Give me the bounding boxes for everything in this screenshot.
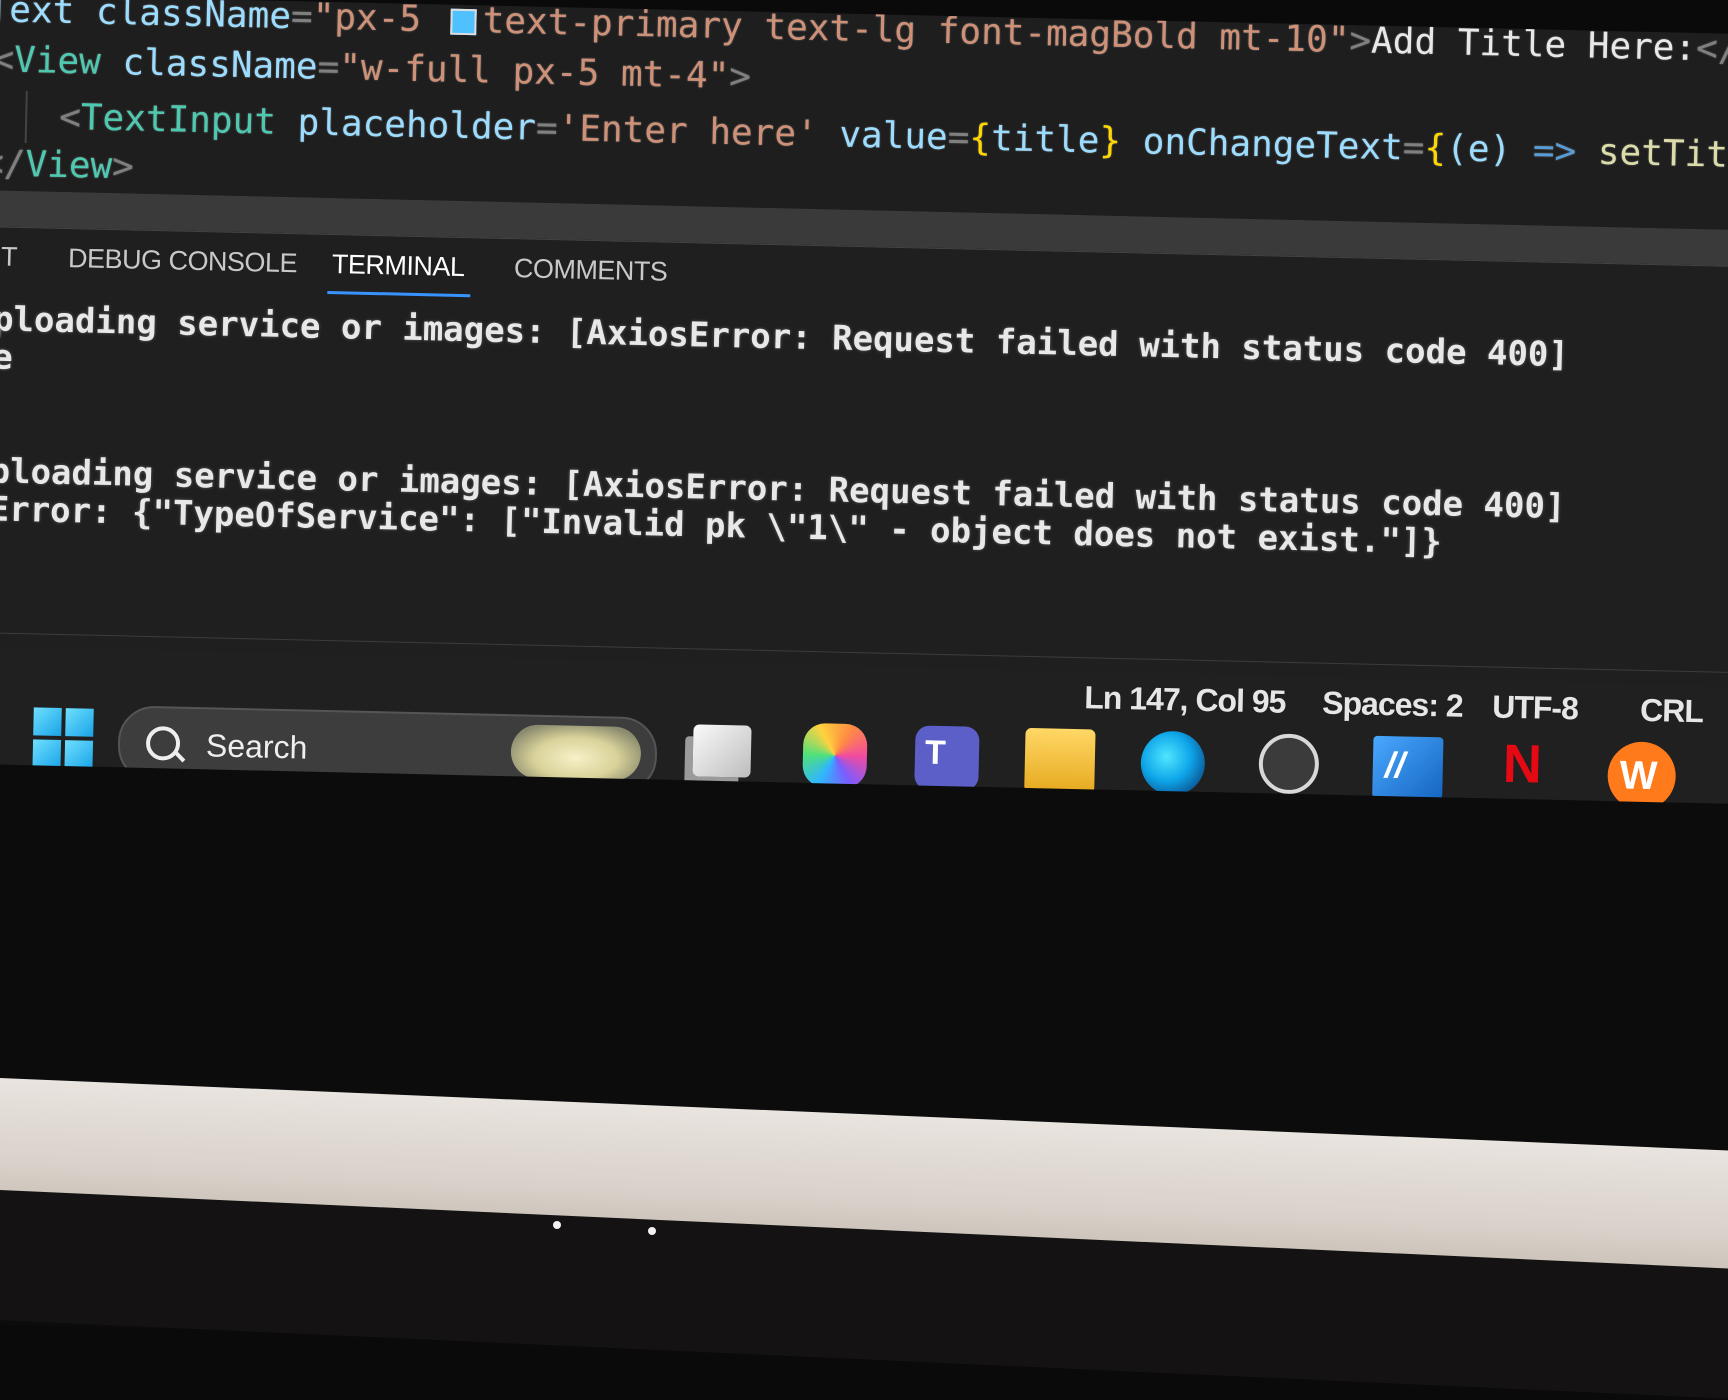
attr-name: value [838, 114, 949, 158]
tag-open: < [0, 39, 15, 81]
tag-name: TextInput [80, 97, 277, 143]
app-icon[interactable] [1372, 735, 1444, 800]
edge-icon[interactable] [1140, 730, 1206, 796]
office-icon[interactable] [1606, 741, 1677, 811]
copilot-icon[interactable] [802, 722, 868, 789]
tab-terminal[interactable]: TERMINAL [332, 249, 465, 283]
netflix-icon[interactable]: N [1502, 733, 1543, 798]
encoding[interactable]: UTF-8 [1492, 688, 1578, 727]
tag-name: Text [0, 0, 75, 33]
code-line-3: <TextInput placeholder='Enter here' valu… [59, 96, 1728, 179]
equals: = [535, 107, 559, 150]
indent-guide [24, 91, 28, 144]
indicator-light [648, 1227, 656, 1235]
task-view-icon[interactable] [692, 724, 752, 778]
file-explorer-icon[interactable] [1024, 727, 1096, 794]
arrow: => [1532, 130, 1577, 173]
function-name: setTitle [1597, 131, 1728, 177]
teams-icon[interactable] [914, 725, 980, 791]
cursor-position[interactable]: Ln 147, Col 95 [1084, 679, 1286, 721]
search-highlight-icon[interactable] [510, 724, 642, 782]
equals: = [317, 46, 340, 89]
search-icon [145, 725, 181, 761]
params: (e) [1445, 128, 1512, 171]
tab-debug-console[interactable]: DEBUG CONSOLE [68, 243, 298, 279]
end-tag: </T [1695, 27, 1728, 71]
indicator-light [553, 1221, 561, 1229]
tag-close: > [111, 146, 135, 188]
attr-name: placeholder [297, 102, 537, 149]
string-value: "w-full px-5 mt-4" [338, 47, 730, 98]
unity-icon[interactable] [1258, 733, 1320, 795]
tag-name: View [13, 39, 102, 83]
attr-name: className [122, 42, 319, 88]
brace: } [1098, 120, 1122, 162]
attr-name: onChangeText [1142, 121, 1404, 169]
string-value: "px-5 [312, 0, 444, 41]
identifier: title [990, 117, 1100, 162]
equals: = [1402, 127, 1425, 169]
brace: { [1424, 127, 1447, 170]
code-line-2: <View className="w-full px-5 mt-4"> [0, 38, 751, 99]
tab-comments[interactable]: COMMENTS [514, 253, 668, 287]
color-swatch-icon[interactable] [450, 8, 477, 36]
equals: = [947, 116, 970, 159]
equals: = [290, 0, 314, 38]
brace: { [968, 117, 992, 159]
attr-name: className [95, 0, 292, 38]
bottom-panel: UT DEBUG CONSOLE TERMINAL COMMENTS uploa… [0, 225, 1728, 688]
line-ending[interactable]: CRL [1640, 692, 1704, 730]
tag-close: > [728, 56, 752, 98]
code-line-4: </View> [0, 142, 134, 189]
indentation[interactable]: Spaces: 2 [1322, 685, 1463, 725]
tag-open: </ [0, 143, 26, 186]
tag-name: View [25, 144, 113, 188]
tag-close: > [1348, 20, 1372, 62]
terminal-line: ce [0, 336, 14, 378]
windows-start-icon[interactable] [32, 707, 94, 769]
jsx-text: Add Title Here: [1370, 20, 1697, 69]
search-label: Search [205, 727, 308, 766]
tab-output[interactable]: UT [0, 241, 17, 273]
string-value: 'Enter here' [557, 108, 819, 156]
tag-open: < [58, 96, 82, 139]
